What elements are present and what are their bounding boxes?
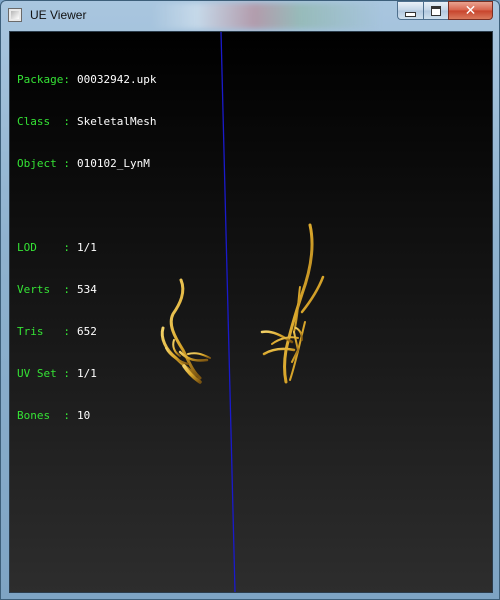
3d-viewport[interactable]: Package: 00032942.upk Class : SkeletalMe… bbox=[9, 31, 493, 593]
maximize-button[interactable] bbox=[423, 1, 448, 20]
golden-mesh-render bbox=[160, 223, 325, 384]
minimize-button[interactable] bbox=[397, 1, 423, 20]
window-title: UE Viewer bbox=[30, 8, 87, 22]
left-mesh-part bbox=[160, 278, 211, 384]
right-mesh-part bbox=[260, 223, 325, 384]
title-bar[interactable]: UE Viewer ✕ bbox=[1, 1, 499, 31]
window-controls: ✕ bbox=[397, 1, 493, 21]
minimize-icon bbox=[405, 11, 416, 17]
app-icon[interactable] bbox=[8, 8, 22, 22]
close-icon: ✕ bbox=[464, 2, 477, 19]
title-bar-backdrop bbox=[151, 3, 381, 29]
close-button[interactable]: ✕ bbox=[448, 1, 493, 20]
app-window: UE Viewer ✕ Package: 00032942.upk Class … bbox=[0, 0, 500, 600]
maximize-icon bbox=[431, 5, 441, 16]
